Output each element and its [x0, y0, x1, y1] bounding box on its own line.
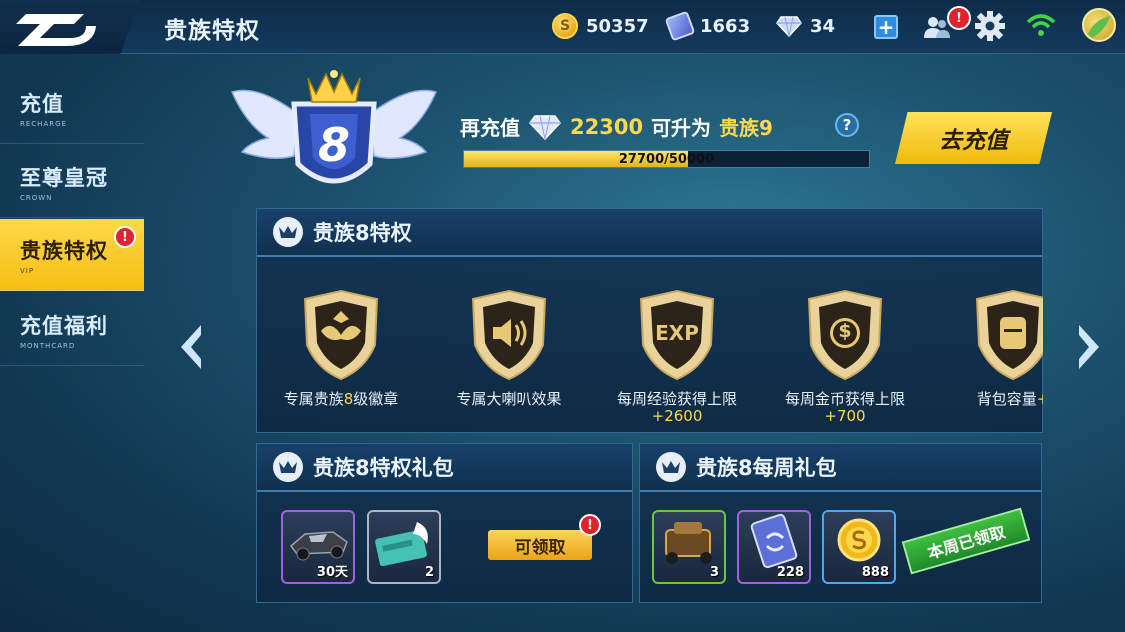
diamond-balance: 34 [776, 12, 835, 40]
chevron-right-icon [1079, 325, 1099, 369]
item-quantity: 888 [861, 565, 889, 580]
coupon-card-icon [664, 10, 696, 42]
diamond-icon [529, 114, 561, 140]
vip-alert-badge: ! [114, 226, 136, 248]
settings-button[interactable] [974, 10, 1006, 42]
privileges-title: 贵族8特权 [313, 221, 412, 245]
backpack-icon [975, 289, 1043, 381]
sidebar-item-sublabel: MONTHCARD [20, 342, 76, 350]
weekly-pack-header: 贵族8每周礼包 [640, 444, 1041, 492]
perk-label: 背包容量+ [976, 390, 1043, 408]
gift-pack-title: 贵族8特权礼包 [313, 456, 454, 480]
weekly-item-coins[interactable]: 888 [822, 510, 896, 584]
gold-coin-icon [837, 518, 881, 562]
coupon-count: 1663 [700, 15, 751, 37]
weekly-pack-title: 贵族8每周礼包 [696, 456, 837, 480]
sidebar-item-monthcard[interactable]: 充值福利 MONTHCARD [0, 294, 144, 366]
next-page-button[interactable] [1073, 322, 1103, 372]
diamond-icon [776, 16, 802, 37]
perk-speaker[interactable]: 专属大喇叭效果 [429, 289, 589, 408]
privilege-gift-panel: 贵族8特权礼包 30天 2 [256, 443, 633, 603]
chevron-left-icon [181, 325, 201, 369]
perk-label: 专属贵族8级徽章 [283, 390, 399, 408]
crown-icon [273, 452, 303, 482]
kart-icon [289, 531, 348, 561]
sidebar-item-label: 至尊皇冠 [20, 166, 108, 190]
privileges-panel: 贵族8特权 专属贵族8级徽章 专属大喇叭效果 EXP 每周经验获得上限 +2600 [256, 208, 1043, 433]
vip-level-emblem: 8 [228, 64, 440, 204]
sidebar: 充值 RECHARGE 至尊皇冠 CROWN 贵族特权 VIP 充值福利 MON… [0, 72, 144, 372]
coupon-card-icon [750, 513, 798, 569]
item-quantity: 3 [709, 565, 719, 580]
claim-gift-button[interactable]: 可领取 [488, 530, 592, 560]
perk-coin[interactable]: $ 每周金币获得上限 +700 [765, 289, 925, 425]
game-logo [0, 0, 140, 54]
claim-alert-badge: ! [579, 514, 601, 536]
gift-item-kart[interactable]: 30天 [281, 510, 355, 584]
upgrade-text: 可升为 [651, 116, 712, 140]
treasure-kart-icon [665, 522, 712, 564]
coin-icon-text: $ [838, 320, 852, 342]
crown-icon [656, 452, 686, 482]
exp-icon-text: EXP [655, 321, 699, 345]
weekly-item-treasure[interactable]: 3 [652, 510, 726, 584]
player-avatar[interactable] [1082, 8, 1116, 42]
coin-balance: S 50357 [552, 12, 649, 40]
page-title: 贵族特权 [164, 18, 260, 44]
coin-icon: S [552, 13, 578, 39]
recharge-prefix: 再充值 [460, 116, 520, 140]
diamond-count: 34 [810, 15, 836, 37]
speaker-icon [471, 289, 547, 381]
sidebar-item-sublabel: CROWN [20, 194, 53, 202]
recharge-amount: 22300 [570, 114, 644, 139]
privileges-header: 贵族8特权 [257, 209, 1042, 257]
help-button[interactable]: ? [835, 113, 859, 137]
perk-label: 每周经验获得上限 +2600 [616, 390, 737, 425]
prev-page-button[interactable] [177, 322, 207, 372]
coupon-balance: 1663 [664, 10, 751, 42]
next-vip-level: 贵族9 [719, 116, 773, 140]
add-currency-button[interactable]: + [874, 15, 898, 39]
avatar-icon [1088, 16, 1110, 38]
vip-progress-bar: 27700/50000 [463, 150, 870, 168]
wings-badge-icon [303, 289, 379, 381]
item-quantity: 2 [424, 565, 434, 580]
vip-level-number: 8 [317, 118, 350, 172]
sidebar-item-label: 充值福利 [20, 314, 108, 338]
sidebar-item-sublabel: VIP [20, 267, 35, 275]
gift-pack-header: 贵族8特权礼包 [257, 444, 632, 492]
friends-alert-badge: ! [947, 6, 971, 30]
gift-item-ticket[interactable]: 2 [367, 510, 441, 584]
wifi-status [1026, 12, 1056, 38]
perk-exp[interactable]: EXP 每周经验获得上限 +2600 [597, 289, 757, 425]
plus-icon: + [877, 15, 895, 39]
gear-icon [975, 11, 1005, 41]
logo-icon [16, 14, 96, 46]
wifi-icon [1026, 14, 1056, 36]
recharge-requirement: 再充值 22300 可升为 贵族9 [460, 112, 773, 141]
sidebar-item-label: 充值 [20, 92, 64, 116]
go-recharge-button[interactable]: 去充值 [895, 112, 1052, 164]
perk-label: 每周金币获得上限 +700 [784, 390, 905, 425]
item-quantity: 30天 [316, 565, 348, 580]
perk-label: 专属大喇叭效果 [456, 390, 562, 408]
perk-badge[interactable]: 专属贵族8级徽章 [261, 289, 421, 408]
vip-progress-text: 27700/50000 [618, 152, 715, 167]
sidebar-item-recharge[interactable]: 充值 RECHARGE [0, 72, 144, 144]
sidebar-item-crown[interactable]: 至尊皇冠 CROWN [0, 146, 144, 218]
crown-icon [273, 217, 303, 247]
coin-count: 50357 [586, 15, 649, 37]
sidebar-item-sublabel: RECHARGE [20, 120, 67, 128]
perk-backpack[interactable]: 背包容量+ [933, 289, 1043, 408]
item-quantity: 228 [776, 565, 804, 580]
weekly-item-coupon[interactable]: 228 [737, 510, 811, 584]
